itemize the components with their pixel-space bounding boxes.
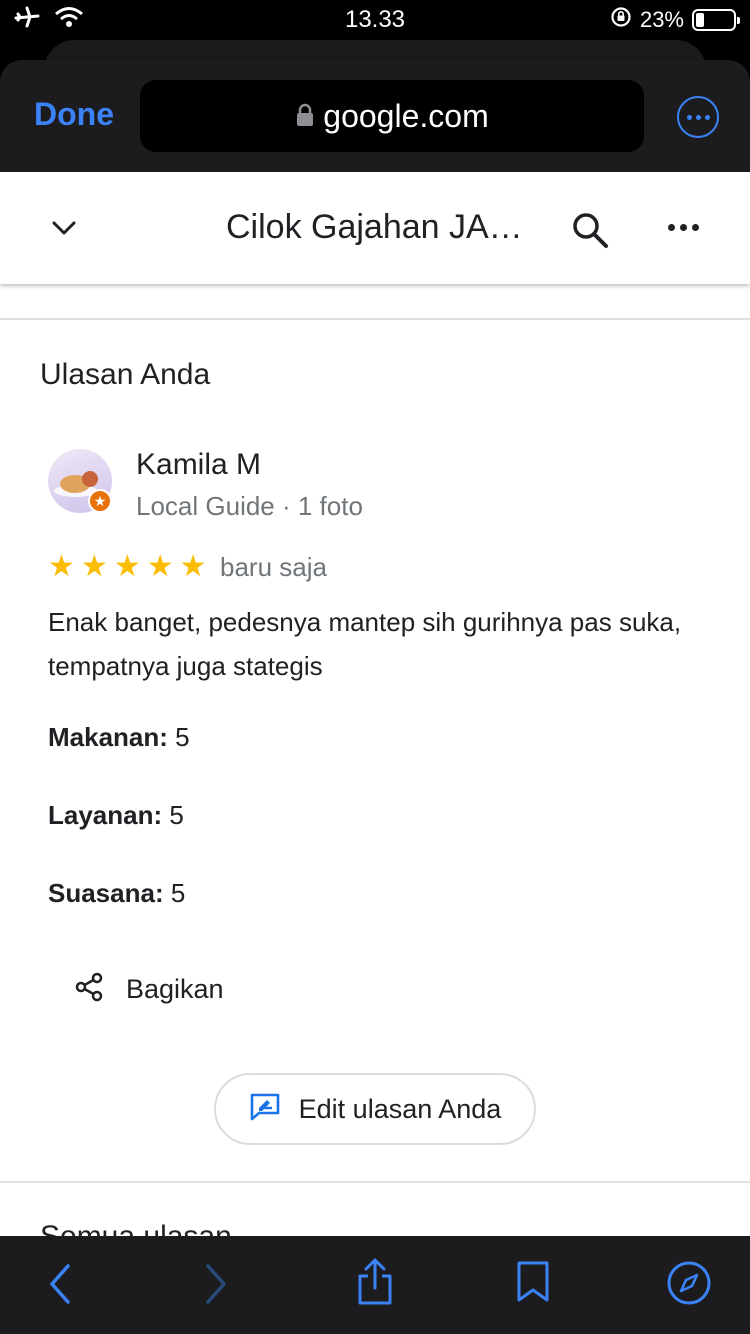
compass-icon[interactable] [666,1260,712,1311]
rotation-lock-icon [610,6,632,34]
attribute-suasana: Suasana: 5 [48,878,186,908]
url-bar[interactable]: google.com [140,80,644,152]
review-time: baru saja [220,552,327,582]
share-nodes-icon [74,972,104,1007]
forward-icon[interactable] [202,1262,230,1311]
section-title: Ulasan Anda [40,358,211,391]
star-icon: ★ [80,550,108,583]
share-button[interactable]: Bagikan [74,972,224,1007]
star-icon: ★ [179,550,207,583]
browser-bottom-toolbar [0,1236,750,1334]
battery-level [696,13,704,27]
chevron-down-icon[interactable] [50,214,78,247]
star-icon: ★ [113,550,141,583]
browser-top-bar: Done google.com [0,60,750,172]
attribute-layanan: Layanan: 5 [48,800,184,830]
reviewer-name[interactable]: Kamila M [136,448,261,482]
reviewer-meta: Local Guide · 1 foto [136,491,363,521]
place-title: Cilok Gajahan JA… [226,208,523,246]
edit-review-label: Edit ulasan Anda [298,1093,502,1124]
share-icon[interactable] [356,1258,394,1311]
edit-review-button[interactable]: Edit ulasan Anda [214,1073,536,1145]
avatar[interactable]: ★ [48,449,112,513]
more-options-icon[interactable] [677,96,719,138]
divider [0,318,750,320]
attribute-makanan: Makanan: 5 [48,722,190,752]
lock-icon [295,98,315,135]
local-guide-badge-icon: ★ [88,489,112,513]
done-button[interactable]: Done [34,96,114,133]
place-header: Cilok Gajahan JA… [0,172,750,284]
search-icon[interactable] [570,210,610,255]
all-reviews-title: Semua ulasan [40,1220,232,1236]
page-content: Cilok Gajahan JA… Ulasan Anda ★ Kamila M… [0,172,750,1236]
bookmarks-icon[interactable] [514,1260,552,1309]
back-icon[interactable] [46,1262,74,1311]
url-text: google.com [323,97,489,134]
status-bar: 13.33 23% [0,0,750,40]
divider [0,1181,750,1183]
star-icon: ★ [48,550,75,583]
star-rating: ★ ★ ★ ★ ★ [48,552,207,582]
star-icon: ★ [146,550,174,583]
battery-icon [692,9,740,31]
share-label: Bagikan [126,974,224,1004]
review-text: Enak banget, pedesnya mantep sih gurihny… [48,607,682,681]
edit-review-icon [249,1092,281,1127]
more-icon[interactable] [668,224,699,231]
battery-percent: 23% [639,7,684,32]
